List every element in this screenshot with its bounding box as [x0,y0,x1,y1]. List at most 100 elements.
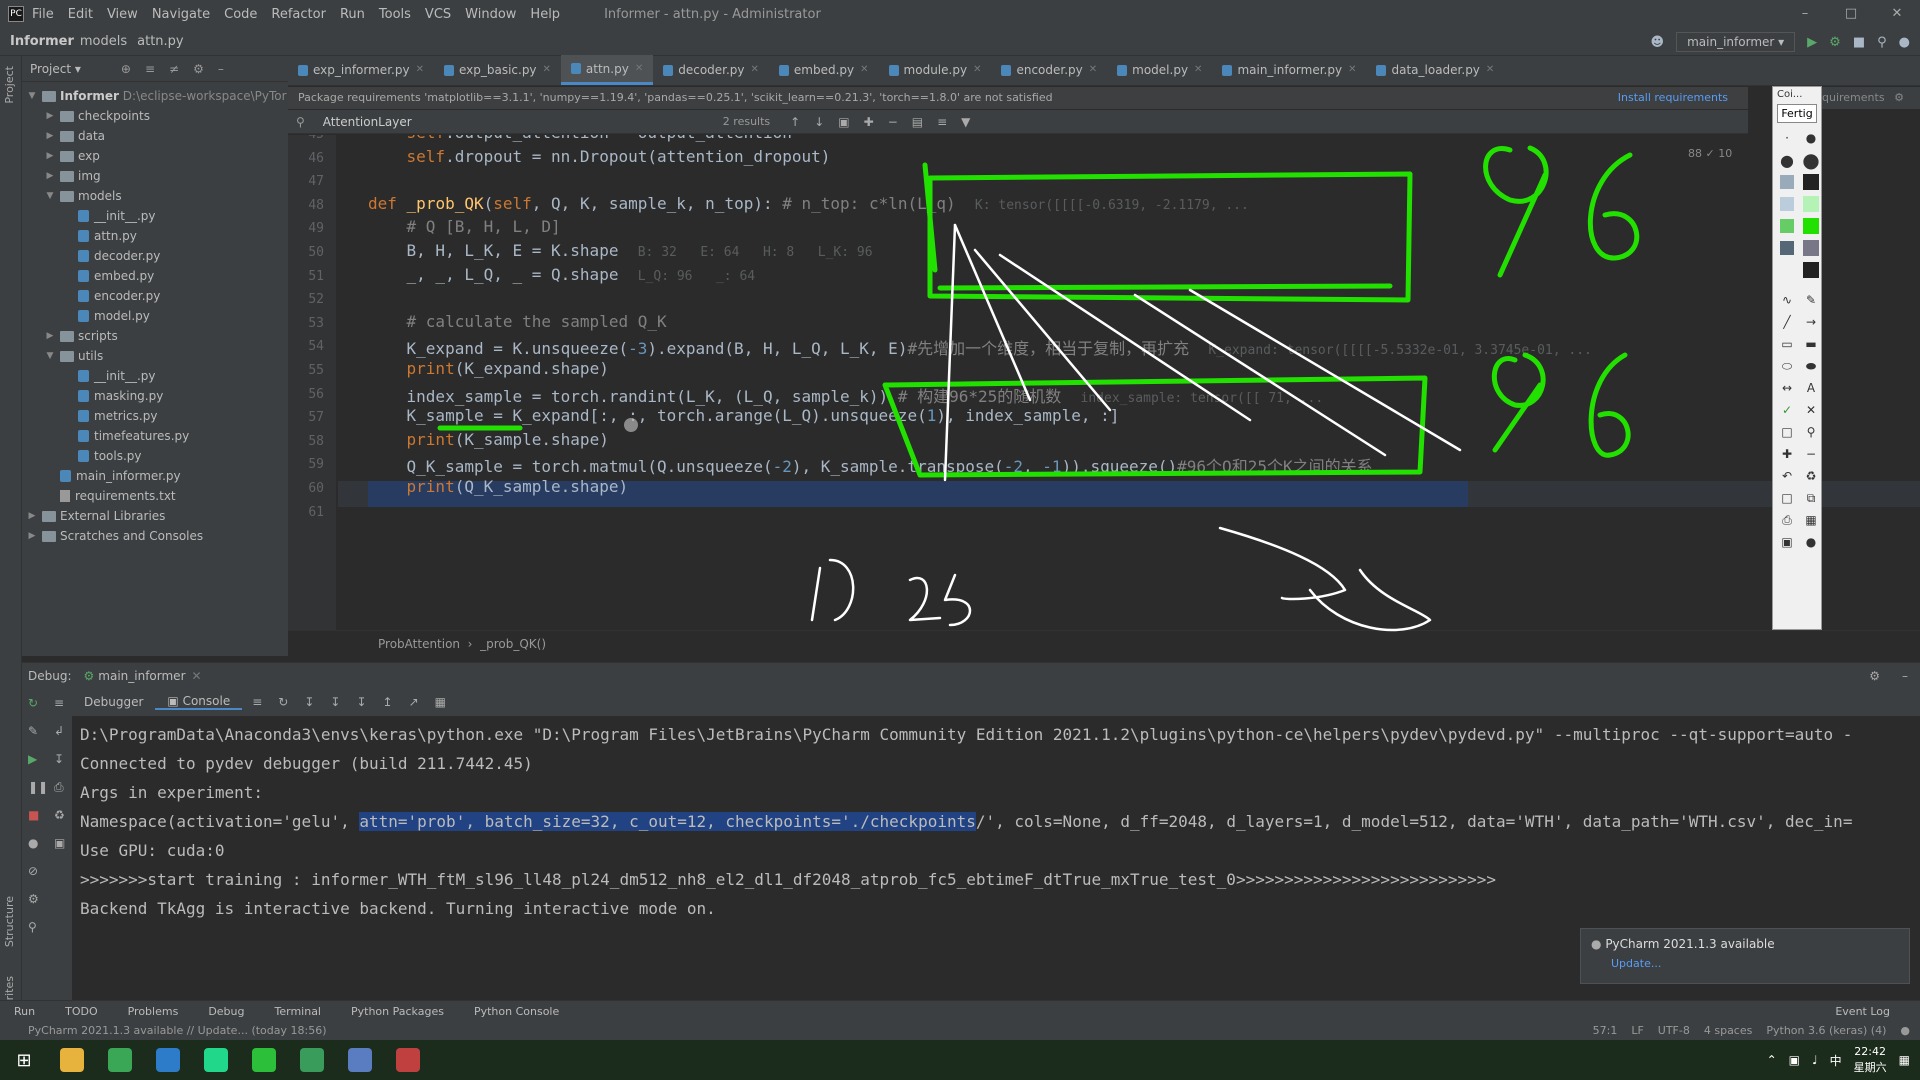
color-green-swatch[interactable] [1802,217,1820,235]
breadcrumb-folder[interactable]: models [80,34,127,49]
rerun-icon[interactable]: ↻ [28,696,38,710]
line-number[interactable]: 56 [288,387,324,402]
line-number[interactable]: 48 [288,198,324,213]
maximize-icon[interactable]: □ [1828,0,1874,28]
line-number[interactable]: 52 [288,292,324,307]
gear-icon[interactable]: ⚙ [193,62,204,76]
globe-icon[interactable]: ● [1802,533,1820,551]
menu-help[interactable]: Help [530,7,560,22]
tool-window-python-console[interactable]: Python Console [474,1005,559,1018]
line-number[interactable]: 59 [288,457,324,472]
menu-window[interactable]: Window [465,7,516,22]
tree-item[interactable]: ▶ exp [22,146,288,166]
tree-item[interactable]: attn.py [22,226,288,246]
tree-item[interactable]: ▶ checkpoints [22,106,288,126]
new-page-icon[interactable]: □ [1778,489,1796,507]
color-dark-swatch[interactable] [1802,261,1820,279]
pycharm-icon[interactable] [192,1040,240,1080]
double-arrow-icon[interactable]: ↔ [1778,379,1796,397]
small-dot-icon[interactable]: · [1778,129,1796,147]
show-execution-point-icon[interactable]: ↻ [278,695,288,709]
tree-item[interactable]: requirements.txt [22,486,288,506]
prev-occurrence-icon[interactable]: ↑ [790,115,800,129]
pin-icon[interactable]: ⚲ [28,920,37,934]
project-panel-title[interactable]: Project [30,62,71,76]
interpreter-setting[interactable]: Python 3.6 (keras) (4) [1766,1022,1886,1040]
tree-item[interactable]: decoder.py [22,246,288,266]
plus-icon[interactable]: ✚ [1778,445,1796,463]
debug-session-tab[interactable]: ⚙ main_informer ✕ [84,669,202,683]
expand-all-icon[interactable]: ≡ [145,62,155,76]
close-tab-icon[interactable]: ✕ [973,55,981,85]
fill-mid-icon[interactable] [1778,195,1796,213]
menu-code[interactable]: Code [224,7,257,22]
tab-debugger[interactable]: Debugger [72,695,155,709]
line-separator[interactable]: LF [1631,1022,1643,1040]
notifications-icon[interactable]: ▦ [1899,1053,1910,1067]
explorer-icon[interactable] [48,1040,96,1080]
save-icon[interactable]: ▦ [1802,511,1820,529]
status-message[interactable]: PyCharm 2021.1.3 available // Update... … [28,1024,327,1037]
text-icon[interactable]: A [1802,379,1820,397]
code-line[interactable]: Q_K_sample = torch.matmul(Q.unsqueeze(-2… [368,453,1373,477]
print-icon[interactable]: ⎙ [1778,511,1796,529]
collapsed-arrow-icon[interactable]: ▶ [44,106,56,126]
line-number[interactable]: 60 [288,481,324,496]
wps-icon[interactable] [384,1040,432,1080]
green-app-icon[interactable] [240,1040,288,1080]
chrome-icon[interactable] [96,1040,144,1080]
tab-data-loader-py[interactable]: data_loader.py ✕ [1366,55,1504,85]
rectangle-icon[interactable]: ▭ [1778,335,1796,353]
find-input[interactable]: AttentionLayer [323,115,723,129]
step-over-icon[interactable]: ↧ [304,695,314,709]
tree-item[interactable]: __init__.py [22,206,288,226]
copy-icon[interactable]: ⧉ [1802,489,1820,507]
code-line[interactable]: print(K_expand.shape) [368,359,609,378]
filter-options-icon[interactable]: ≡ [937,115,947,129]
tree-item[interactable]: ▶ data [22,126,288,146]
line-icon[interactable]: ╱ [1778,313,1796,331]
tree-item[interactable]: encoder.py [22,286,288,306]
code-editor[interactable]: 45 46 47 48 49 50 51 52 53 54 55 56 57 58 59 60 61 self.… [288,135,1920,630]
hide-icon[interactable]: – [218,62,224,76]
run-to-cursor-icon[interactable]: ↗ [409,695,419,709]
tab-decoder-py[interactable]: decoder.py ✕ [653,55,769,85]
settings-icon[interactable]: ● [1899,35,1910,50]
search-icon[interactable]: ⚲ [1877,35,1887,50]
fill-dark-icon[interactable] [1778,239,1796,257]
menu-view[interactable]: View [107,7,138,22]
debug-settings-icon[interactable]: ⚙ [1869,669,1880,683]
install-requirements-link[interactable]: Install requirements [1618,87,1728,109]
menu-refactor[interactable]: Refactor [271,7,326,22]
tool-window-problems[interactable]: Problems [128,1005,179,1018]
structure-tool-button[interactable]: Structure [3,896,16,947]
fill-green-icon[interactable] [1778,217,1796,235]
code-line[interactable]: def _prob_QK(self, Q, K, sample_k, n_top… [368,194,1249,213]
code-line[interactable]: # Q [B, H, L, D] [368,217,561,236]
ellipse-icon[interactable]: ⬭ [1778,357,1796,375]
locate-icon[interactable]: ⊕ [121,62,131,76]
project-tool-button[interactable]: Project [3,66,16,104]
resume-icon[interactable]: ▶ [28,752,37,766]
tool-window-todo[interactable]: TODO [65,1005,98,1018]
indent-setting[interactable]: 4 spaces [1704,1022,1753,1040]
breadcrumb-method[interactable]: _prob_QK() [480,637,546,651]
line-number[interactable]: 61 [288,505,324,520]
camtasia-icon[interactable] [288,1040,336,1080]
color-lightgreen-swatch[interactable] [1802,195,1820,213]
windows-start-icon[interactable]: ⊞ [0,1050,48,1071]
menu-vcs[interactable]: VCS [425,7,451,22]
cross-icon[interactable]: ✕ [1802,401,1820,419]
caret-position[interactable]: 57:1 [1593,1022,1618,1040]
user-icon[interactable]: ☻ [1651,35,1665,50]
close-tab-icon[interactable]: ✕ [543,55,551,85]
breadcrumb-class[interactable]: ProbAttention [378,637,460,651]
tree-item[interactable]: model.py [22,306,288,326]
tab-exp-informer-py[interactable]: exp_informer.py ✕ [288,55,434,85]
line-number[interactable]: 46 [288,151,324,166]
close-tab-icon[interactable]: ✕ [635,54,643,84]
code-line[interactable]: index_sample = torch.randint(L_K, (L_Q, … [368,383,1324,407]
update-link[interactable]: Update... [1611,957,1899,970]
stop-debug-icon[interactable]: ■ [28,808,39,822]
breadcrumb-project[interactable]: Informer [10,34,74,49]
